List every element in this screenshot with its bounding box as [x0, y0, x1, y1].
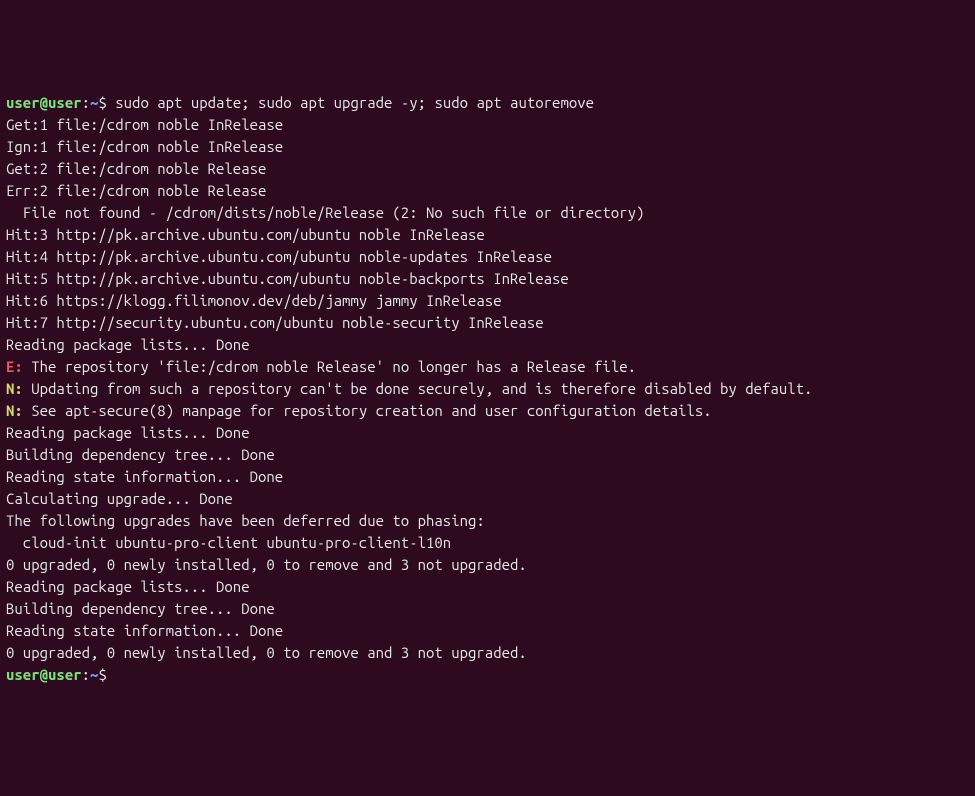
- command-input[interactable]: [107, 666, 115, 683]
- terminal[interactable]: user@user:~$ sudo apt update; sudo apt u…: [6, 92, 969, 686]
- prompt-line-2[interactable]: user@user:~$: [6, 664, 969, 686]
- output-line: Building dependency tree... Done: [6, 598, 969, 620]
- output-line: The following upgrades have been deferre…: [6, 510, 969, 532]
- output-line: 0 upgraded, 0 newly installed, 0 to remo…: [6, 642, 969, 664]
- output-line: Hit:7 http://security.ubuntu.com/ubuntu …: [6, 312, 969, 334]
- output-line: Hit:5 http://pk.archive.ubuntu.com/ubunt…: [6, 268, 969, 290]
- prompt-at: @: [40, 666, 48, 683]
- prompt-host: user: [48, 666, 82, 683]
- prompt-at: @: [40, 94, 48, 111]
- notice-line: N: Updating from such a repository can't…: [6, 378, 969, 400]
- error-line: E: The repository 'file:/cdrom noble Rel…: [6, 356, 969, 378]
- error-prefix: E:: [6, 358, 23, 375]
- notice-prefix: N:: [6, 380, 23, 397]
- error-text: The repository 'file:/cdrom noble Releas…: [23, 358, 636, 375]
- output-line: Calculating upgrade... Done: [6, 488, 969, 510]
- output-line: Reading state information... Done: [6, 466, 969, 488]
- prompt-dollar: $: [98, 94, 106, 111]
- output-line: Hit:6 https://klogg.filimonov.dev/deb/ja…: [6, 290, 969, 312]
- notice-text: See apt-secure(8) manpage for repository…: [23, 402, 712, 419]
- notice-text: Updating from such a repository can't be…: [23, 380, 813, 397]
- output-line: cloud-init ubuntu-pro-client ubuntu-pro-…: [6, 532, 969, 554]
- output-line: Reading state information... Done: [6, 620, 969, 642]
- command-text: [107, 94, 115, 111]
- output-line: Hit:3 http://pk.archive.ubuntu.com/ubunt…: [6, 224, 969, 246]
- output-line: Hit:4 http://pk.archive.ubuntu.com/ubunt…: [6, 246, 969, 268]
- output-line: Building dependency tree... Done: [6, 444, 969, 466]
- prompt-colon: :: [82, 94, 90, 111]
- prompt-user: user: [6, 666, 40, 683]
- prompt-dollar: $: [98, 666, 106, 683]
- output-line: Ign:1 file:/cdrom noble InRelease: [6, 136, 969, 158]
- prompt-path: ~: [90, 666, 98, 683]
- output-line: Get:1 file:/cdrom noble InRelease: [6, 114, 969, 136]
- prompt-line-1: user@user:~$ sudo apt update; sudo apt u…: [6, 92, 969, 114]
- output-line: File not found - /cdrom/dists/noble/Rele…: [6, 202, 969, 224]
- output-line: Reading package lists... Done: [6, 576, 969, 598]
- output-line: Reading package lists... Done: [6, 334, 969, 356]
- output-line: 0 upgraded, 0 newly installed, 0 to remo…: [6, 554, 969, 576]
- command-1: sudo apt update; sudo apt upgrade -y; su…: [115, 94, 594, 111]
- output-line: Err:2 file:/cdrom noble Release: [6, 180, 969, 202]
- prompt-colon: :: [82, 666, 90, 683]
- prompt-host: user: [48, 94, 82, 111]
- output-line: Reading package lists... Done: [6, 422, 969, 444]
- notice-line: N: See apt-secure(8) manpage for reposit…: [6, 400, 969, 422]
- output-line: Get:2 file:/cdrom noble Release: [6, 158, 969, 180]
- prompt-user: user: [6, 94, 40, 111]
- notice-prefix: N:: [6, 402, 23, 419]
